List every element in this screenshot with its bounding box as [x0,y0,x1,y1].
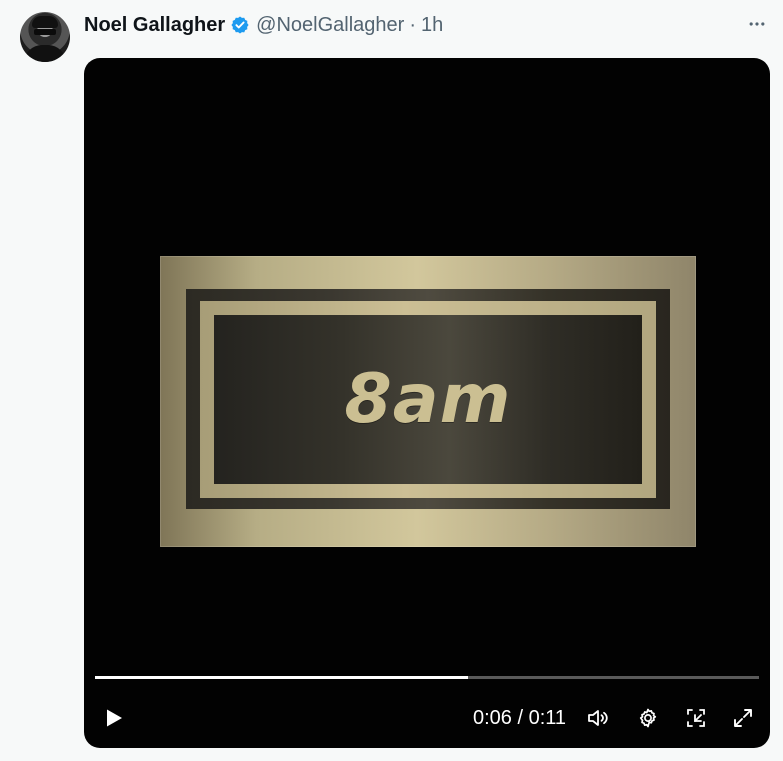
verified-badge-icon[interactable] [230,15,250,35]
tweet: Noel Gallagher @NoelGallagher · 1h 8am 0… [0,0,783,761]
tweet-time[interactable]: 1h [421,14,443,37]
picture-in-picture-button[interactable] [684,706,708,730]
settings-button[interactable] [636,706,660,730]
play-button[interactable] [102,706,126,730]
avatar-jacket [24,45,66,62]
avatar-hair [32,16,58,28]
fullscreen-button[interactable] [731,706,755,730]
brass-plate: 8am [160,256,696,547]
header-separator: · [409,13,416,36]
video-player[interactable]: 8am 0:06 / 0:11 [84,58,770,748]
tweet-header: Noel Gallagher @NoelGallagher · 1h [84,12,443,38]
plate-center: 8am [214,315,642,484]
volume-button[interactable] [586,706,610,730]
avatar-sunglasses [34,29,56,35]
volume-icon [588,710,608,726]
video-time-display: 0:06 / 0:11 [473,707,567,729]
more-options-icon[interactable] [745,14,769,34]
plate-text: 8am [344,360,512,439]
plate-outer-frame: 8am [186,289,670,509]
more-options-icon-svg [749,22,765,26]
fullscreen-icon [734,709,752,727]
gear-icon [639,708,657,728]
picture-in-picture-icon [687,709,705,727]
play-icon [107,709,122,727]
plate-inner-frame: 8am [200,301,656,498]
video-controls: 0:06 / 0:11 [84,698,770,738]
verified-badge-icon-svg [231,16,249,34]
video-progress-bar[interactable] [95,676,759,679]
video-progress-fill [95,676,468,679]
avatar[interactable] [20,12,70,62]
author-name[interactable]: Noel Gallagher [84,14,225,37]
author-handle[interactable]: @NoelGallagher [256,14,404,37]
